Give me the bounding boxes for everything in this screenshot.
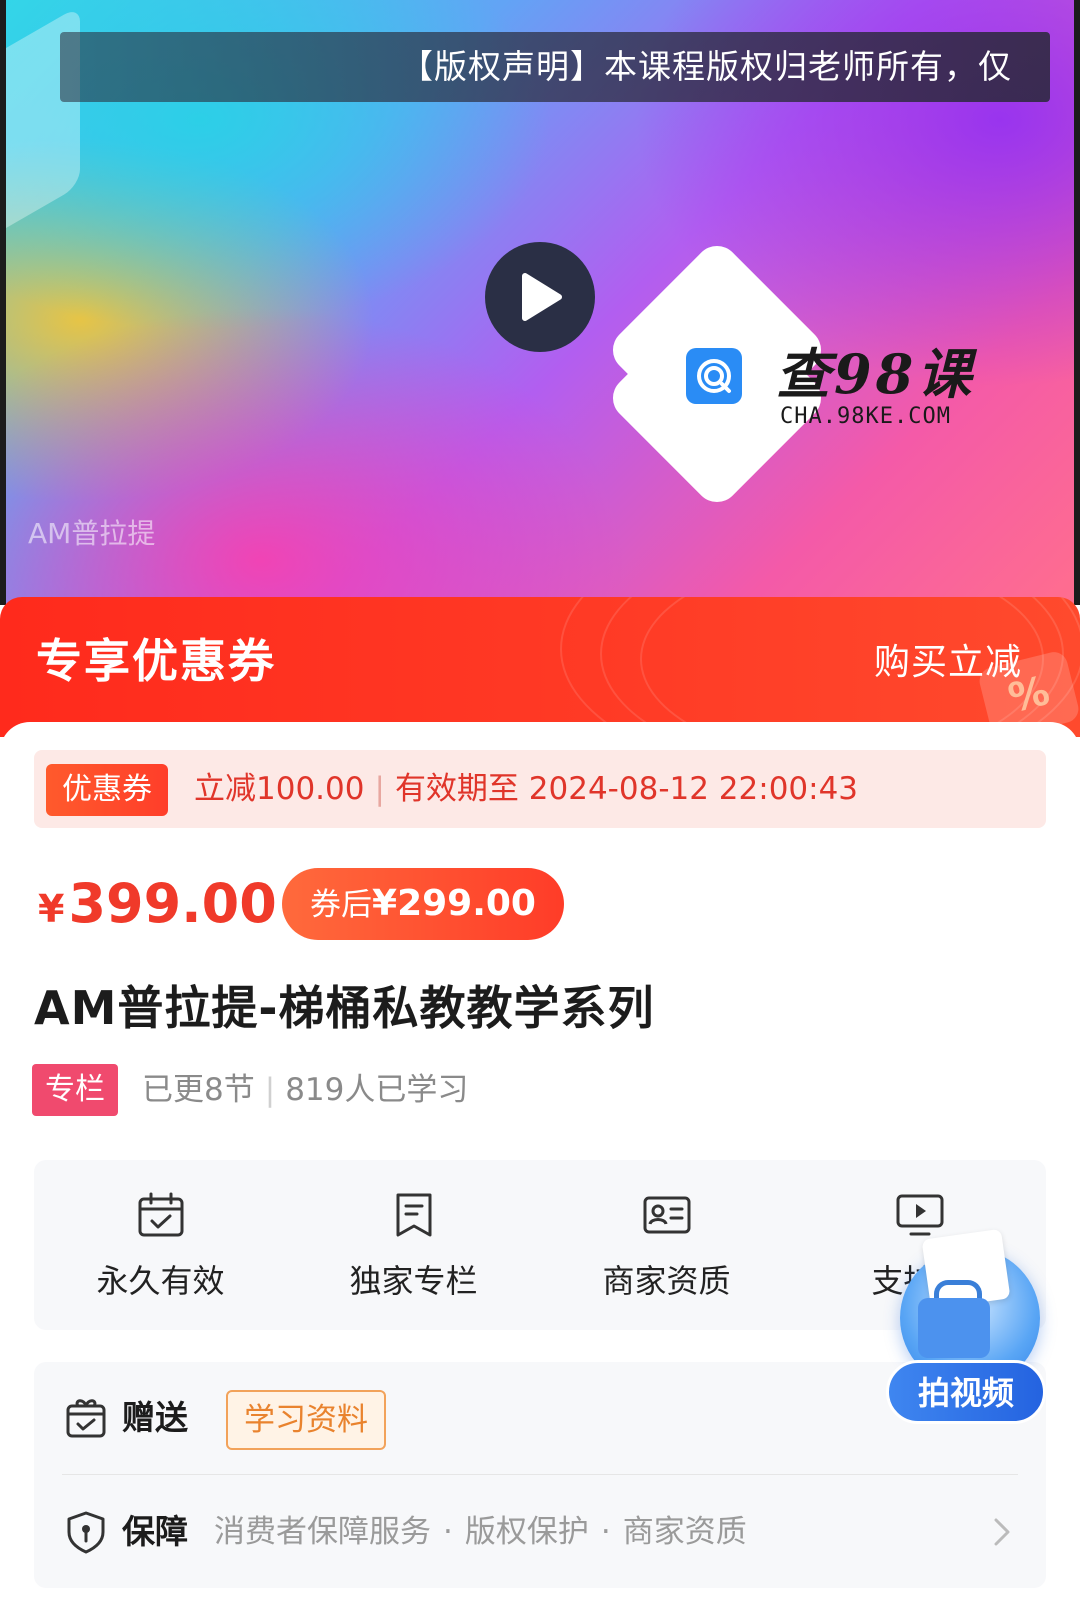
bookmark-icon (396, 1193, 431, 1237)
update-count: 已更8节 (142, 1072, 255, 1108)
banner-title: 专享优惠券 (36, 634, 276, 688)
column-tag: 专栏 (32, 1064, 118, 1116)
video-left-edge (0, 0, 6, 605)
tv-play-icon (896, 1194, 943, 1236)
learner-count: 819人已学习 (285, 1072, 469, 1108)
guarantee-items: 消费者保障服务 · 版权保护 · 商家资质 (214, 1476, 747, 1588)
shoot-video-label: 拍视频 (886, 1360, 1046, 1424)
gift-calendar-icon (66, 1399, 106, 1438)
guarantee-item: 版权保护 (464, 1514, 589, 1550)
calendar-check-icon (138, 1192, 183, 1237)
coupon-discount: 立减100.00 (194, 771, 365, 807)
price-value: 399.00 (68, 872, 277, 935)
course-meta: 已更8节 | 819人已学习 (142, 1064, 468, 1116)
shield-icon (67, 1511, 105, 1554)
divider: | (264, 1072, 276, 1108)
video-caption: AM普拉提 (28, 517, 156, 550)
gift-item-tag[interactable]: 学习资料 (226, 1390, 386, 1450)
watermark-logo-icon (686, 348, 742, 404)
product-detail-sheet: 优惠券 立减100.00 | 有效期至 2024-08-12 22:00:43 ¥3… (0, 722, 1080, 1622)
coupon-strip[interactable]: 优惠券 立减100.00 | 有效期至 2024-08-12 22:00:43 (34, 750, 1046, 828)
watermark-url: CHA.98KE.COM (780, 404, 951, 429)
divider (62, 1474, 1018, 1475)
feature-label: 独家专栏 (349, 1262, 478, 1300)
video-right-edge (1074, 0, 1080, 605)
copyright-text: 【版权声明】本课程版权归老师所有，仅 (400, 47, 1012, 86)
id-card-icon (643, 1196, 690, 1234)
guarantee-item: 商家资质 (622, 1514, 747, 1550)
currency-symbol: ¥ (38, 887, 65, 931)
play-button[interactable] (485, 242, 595, 352)
divider: | (374, 771, 385, 807)
bag-icon (918, 1298, 990, 1358)
guarantee-item: 消费者保障服务 (214, 1514, 431, 1550)
exclusive-coupon-banner[interactable]: 专享优惠券 购买立减 % (0, 597, 1080, 737)
play-icon (522, 273, 562, 321)
copyright-marquee: 【版权声明】本课程版权归老师所有，仅 (60, 32, 1050, 102)
guarantee-label: 保障 (122, 1512, 188, 1551)
feature-item[interactable]: 商家资质 (540, 1160, 793, 1330)
watermark-brand: 查98课 (776, 342, 976, 406)
guarantee-row[interactable]: 保障 消费者保障服务 · 版权保护 · 商家资质 (34, 1476, 1046, 1588)
feature-item[interactable]: 独家专栏 (287, 1160, 540, 1330)
video-player[interactable]: 【版权声明】本课程版权归老师所有，仅 查98课 CHA.98KE.COM AM普… (0, 0, 1080, 605)
after-coupon-value: ¥299.00 (372, 883, 536, 924)
separator: · (600, 1514, 611, 1550)
feature-label: 永久有效 (96, 1262, 225, 1300)
separator: · (443, 1514, 453, 1550)
course-title: AM普拉提-梯桶私教教学系列 (34, 981, 655, 1035)
coupon-tag: 优惠券 (46, 764, 168, 816)
coupon-validity: 有效期至 2024-08-12 22:00:43 (394, 771, 859, 807)
after-coupon-price: 券后¥299.00 (282, 868, 564, 940)
feature-label: 商家资质 (602, 1262, 731, 1300)
coupon-description: 立减100.00 | 有效期至 2024-08-12 22:00:43 (194, 750, 858, 828)
gift-label: 赠送 (122, 1398, 188, 1437)
after-coupon-label: 券后 (310, 887, 373, 923)
original-price: ¥399.00 (38, 872, 277, 935)
feature-item[interactable]: 永久有效 (34, 1160, 287, 1330)
shoot-video-floating-button[interactable]: 拍视频 (886, 1228, 1046, 1424)
chevron-right-icon (994, 1518, 1010, 1546)
